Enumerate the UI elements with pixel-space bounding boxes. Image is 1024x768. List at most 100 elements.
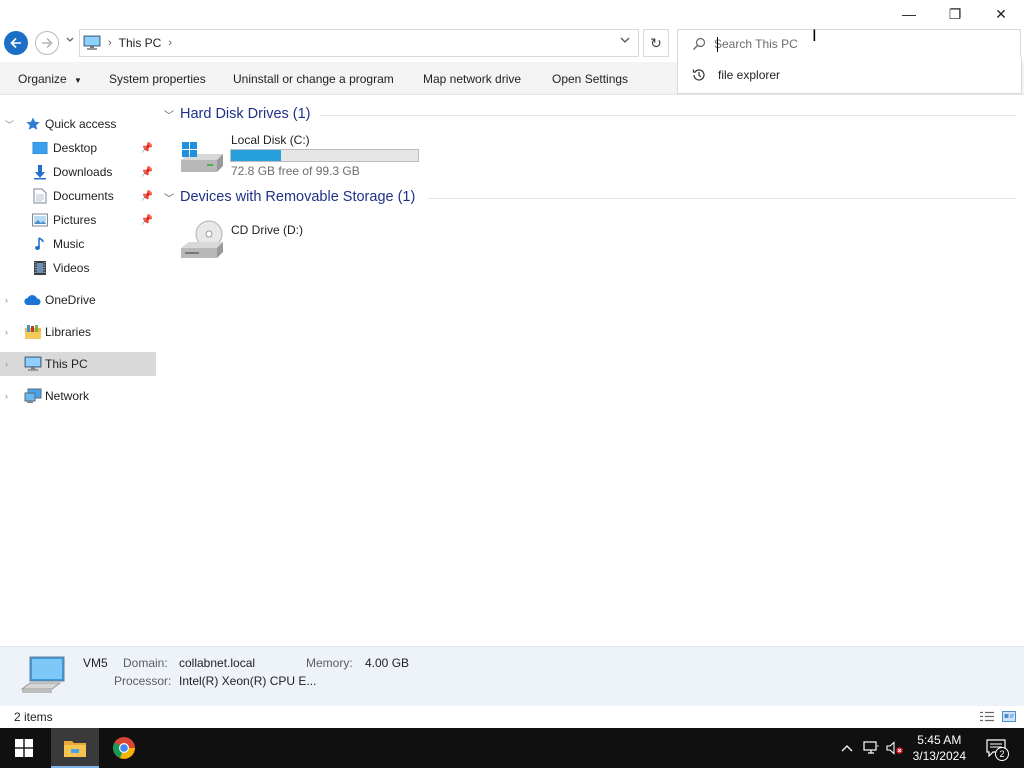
chevron-down-icon xyxy=(620,37,630,43)
back-button[interactable] xyxy=(4,31,28,55)
group-title: Devices with Removable Storage (1) xyxy=(180,189,416,205)
organize-menu[interactable]: Organize ▼ xyxy=(18,72,82,86)
memory-label: Memory: xyxy=(306,656,353,670)
group-header-removable-storage[interactable]: ﹀ Devices with Removable Storage (1) xyxy=(164,189,415,205)
drive-name: Local Disk (C:) xyxy=(231,133,310,147)
sidebar-item-music[interactable]: Music xyxy=(0,232,156,256)
tiles-view-icon[interactable] xyxy=(1002,711,1016,722)
action-center-button[interactable]: 2 xyxy=(978,728,1014,768)
domain-value: collabnet.local xyxy=(179,656,256,670)
computer-icon xyxy=(20,655,70,702)
documents-icon xyxy=(31,187,49,205)
expand-chevron-icon[interactable]: › xyxy=(5,359,15,369)
sidebar-item-libraries[interactable]: › Libraries xyxy=(0,320,156,344)
sidebar-item-onedrive[interactable]: › OneDrive xyxy=(0,288,156,312)
expand-chevron-icon[interactable]: › xyxy=(5,327,15,337)
history-icon xyxy=(690,67,708,83)
suggestion-item[interactable]: file explorer xyxy=(718,68,780,82)
collapse-chevron-icon[interactable]: ﹀ xyxy=(164,107,180,122)
sidebar-item-network[interactable]: › Network xyxy=(0,384,156,408)
minimize-button[interactable]: — xyxy=(886,0,932,28)
disk-usage-fill xyxy=(231,150,281,161)
breadcrumb-separator-icon[interactable]: › xyxy=(108,37,112,49)
sidebar-item-label: Libraries xyxy=(45,325,92,339)
show-hidden-icons-button[interactable] xyxy=(838,744,856,752)
network-status-icon[interactable] xyxy=(860,741,882,755)
maximize-button[interactable]: ❐ xyxy=(932,0,978,28)
address-history-dropdown[interactable] xyxy=(620,36,630,47)
open-settings-button[interactable]: Open Settings xyxy=(552,72,628,86)
back-arrow-icon xyxy=(10,37,21,49)
pin-icon: 📌 xyxy=(140,166,153,178)
sidebar-item-downloads[interactable]: Downloads 📌 xyxy=(0,160,156,184)
computer-name: VM5 xyxy=(83,656,108,670)
search-box[interactable] xyxy=(677,29,1021,58)
chevron-up-icon xyxy=(841,745,853,752)
taskbar: 5:45 AM 3/13/2024 2 xyxy=(0,728,1024,768)
sidebar-item-this-pc[interactable]: › This PC xyxy=(0,352,156,376)
group-title: Hard Disk Drives (1) xyxy=(180,106,311,122)
sidebar-item-documents[interactable]: Documents 📌 xyxy=(0,184,156,208)
expand-chevron-icon[interactable]: ﹀ xyxy=(5,118,15,131)
uninstall-program-button[interactable]: Uninstall or change a program xyxy=(233,72,394,86)
group-divider xyxy=(428,198,1016,199)
pin-icon: 📌 xyxy=(140,214,153,226)
search-suggestions: file explorer xyxy=(677,57,1022,94)
taskbar-chrome[interactable] xyxy=(100,728,148,768)
taskbar-file-explorer[interactable] xyxy=(51,728,99,768)
sidebar-item-label: Documents xyxy=(53,189,114,203)
navigation-pane: ﹀ Quick access Desktop 📌 Downloads 📌 Doc… xyxy=(0,96,156,646)
refresh-button[interactable]: ↻ xyxy=(643,29,669,57)
volume-muted-icon[interactable] xyxy=(884,741,906,755)
expand-chevron-icon[interactable]: › xyxy=(5,391,15,401)
this-pc-icon xyxy=(24,355,42,373)
sidebar-item-label: Music xyxy=(53,237,85,251)
forward-button[interactable] xyxy=(35,31,59,55)
clock-time: 5:45 AM xyxy=(917,733,962,747)
videos-icon xyxy=(31,259,49,277)
desktop-icon xyxy=(31,139,49,157)
drive-name: CD Drive (D:) xyxy=(231,223,303,237)
expand-chevron-icon[interactable]: › xyxy=(5,295,15,305)
sidebar-item-label: Downloads xyxy=(53,165,113,179)
window-controls: — ❐ ✕ xyxy=(886,0,1024,28)
folder-icon xyxy=(64,741,86,757)
breadcrumb-separator-icon[interactable]: › xyxy=(168,37,172,49)
disk-usage-bar xyxy=(230,149,419,162)
pin-icon: 📌 xyxy=(140,142,153,154)
sidebar-item-quick-access[interactable]: ﹀ Quick access xyxy=(0,112,156,136)
sidebar-item-label: This PC xyxy=(45,357,88,371)
sidebar-item-desktop[interactable]: Desktop 📌 xyxy=(0,136,156,160)
address-bar[interactable]: › This PC › xyxy=(79,29,639,57)
sidebar-item-pictures[interactable]: Pictures 📌 xyxy=(0,208,156,232)
downloads-icon xyxy=(31,163,49,181)
pin-icon: 📌 xyxy=(140,190,153,202)
clock[interactable]: 5:45 AM 3/13/2024 xyxy=(913,732,966,764)
network-icon xyxy=(24,387,42,405)
sidebar-item-label: OneDrive xyxy=(45,293,96,307)
search-icon xyxy=(692,37,706,51)
sidebar-item-label: Quick access xyxy=(45,117,117,131)
sidebar-item-videos[interactable]: Videos xyxy=(0,256,156,280)
group-divider xyxy=(320,115,1016,116)
recent-locations-button[interactable] xyxy=(66,35,74,45)
map-network-drive-button[interactable]: Map network drive xyxy=(423,72,521,86)
sidebar-item-label: Network xyxy=(45,389,90,403)
system-properties-button[interactable]: System properties xyxy=(109,72,206,86)
chrome-icon xyxy=(113,737,135,759)
search-input[interactable] xyxy=(714,36,994,51)
sidebar-item-label: Pictures xyxy=(53,213,97,227)
star-icon xyxy=(24,115,42,133)
processor-value: Intel(R) Xeon(R) CPU E... xyxy=(179,674,317,688)
clock-date: 3/13/2024 xyxy=(912,749,966,763)
breadcrumb-this-pc[interactable]: This PC xyxy=(119,36,162,50)
item-count: 2 items xyxy=(14,710,53,724)
cd-drive-icon xyxy=(179,218,227,265)
close-button[interactable]: ✕ xyxy=(978,0,1024,28)
start-button[interactable] xyxy=(0,728,48,768)
drive-free-space: 72.8 GB free of 99.3 GB xyxy=(231,164,360,178)
group-header-hard-disk-drives[interactable]: ﹀ Hard Disk Drives (1) xyxy=(164,106,311,122)
details-view-icon[interactable] xyxy=(979,711,994,722)
collapse-chevron-icon[interactable]: ﹀ xyxy=(164,190,180,205)
this-pc-icon xyxy=(83,35,101,51)
